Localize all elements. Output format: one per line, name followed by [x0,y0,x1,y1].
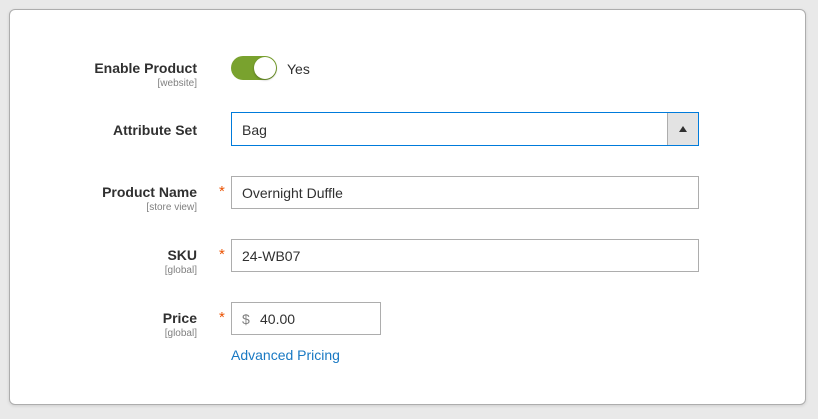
enable-product-toggle[interactable] [231,56,277,80]
price-value: 40.00 [260,311,296,327]
attribute-set-select[interactable]: Bag [231,112,699,146]
triangle-up-icon [679,126,687,132]
attribute-set-value: Bag [242,122,267,138]
price-scope: [global] [164,328,197,339]
enable-product-label: Enable Product [94,60,197,76]
sku-value: 24-WB07 [242,248,301,264]
sku-label: SKU [167,247,197,263]
price-label: Price [162,310,197,326]
enable-product-value: Yes [287,61,310,77]
attribute-set-label: Attribute Set [113,122,197,138]
product-name-input[interactable]: Overnight Duffle [231,176,699,209]
sku-required-mark: * [219,246,225,263]
product-name-required-mark: * [219,183,225,200]
price-required-mark: * [219,309,225,326]
toggle-knob [254,57,276,79]
product-form-panel: Enable Product [website] Yes Attribute S… [9,9,806,405]
enable-product-scope: [website] [157,78,197,89]
advanced-pricing-link[interactable]: Advanced Pricing [231,347,340,363]
sku-scope: [global] [164,265,197,276]
currency-symbol: $ [242,311,250,327]
product-name-scope: [store view] [146,202,197,213]
attribute-set-toggle-button[interactable] [667,113,698,145]
price-input[interactable]: $ 40.00 [231,302,381,335]
sku-input[interactable]: 24-WB07 [231,239,699,272]
product-name-label: Product Name [102,184,197,200]
product-name-value: Overnight Duffle [242,185,343,201]
